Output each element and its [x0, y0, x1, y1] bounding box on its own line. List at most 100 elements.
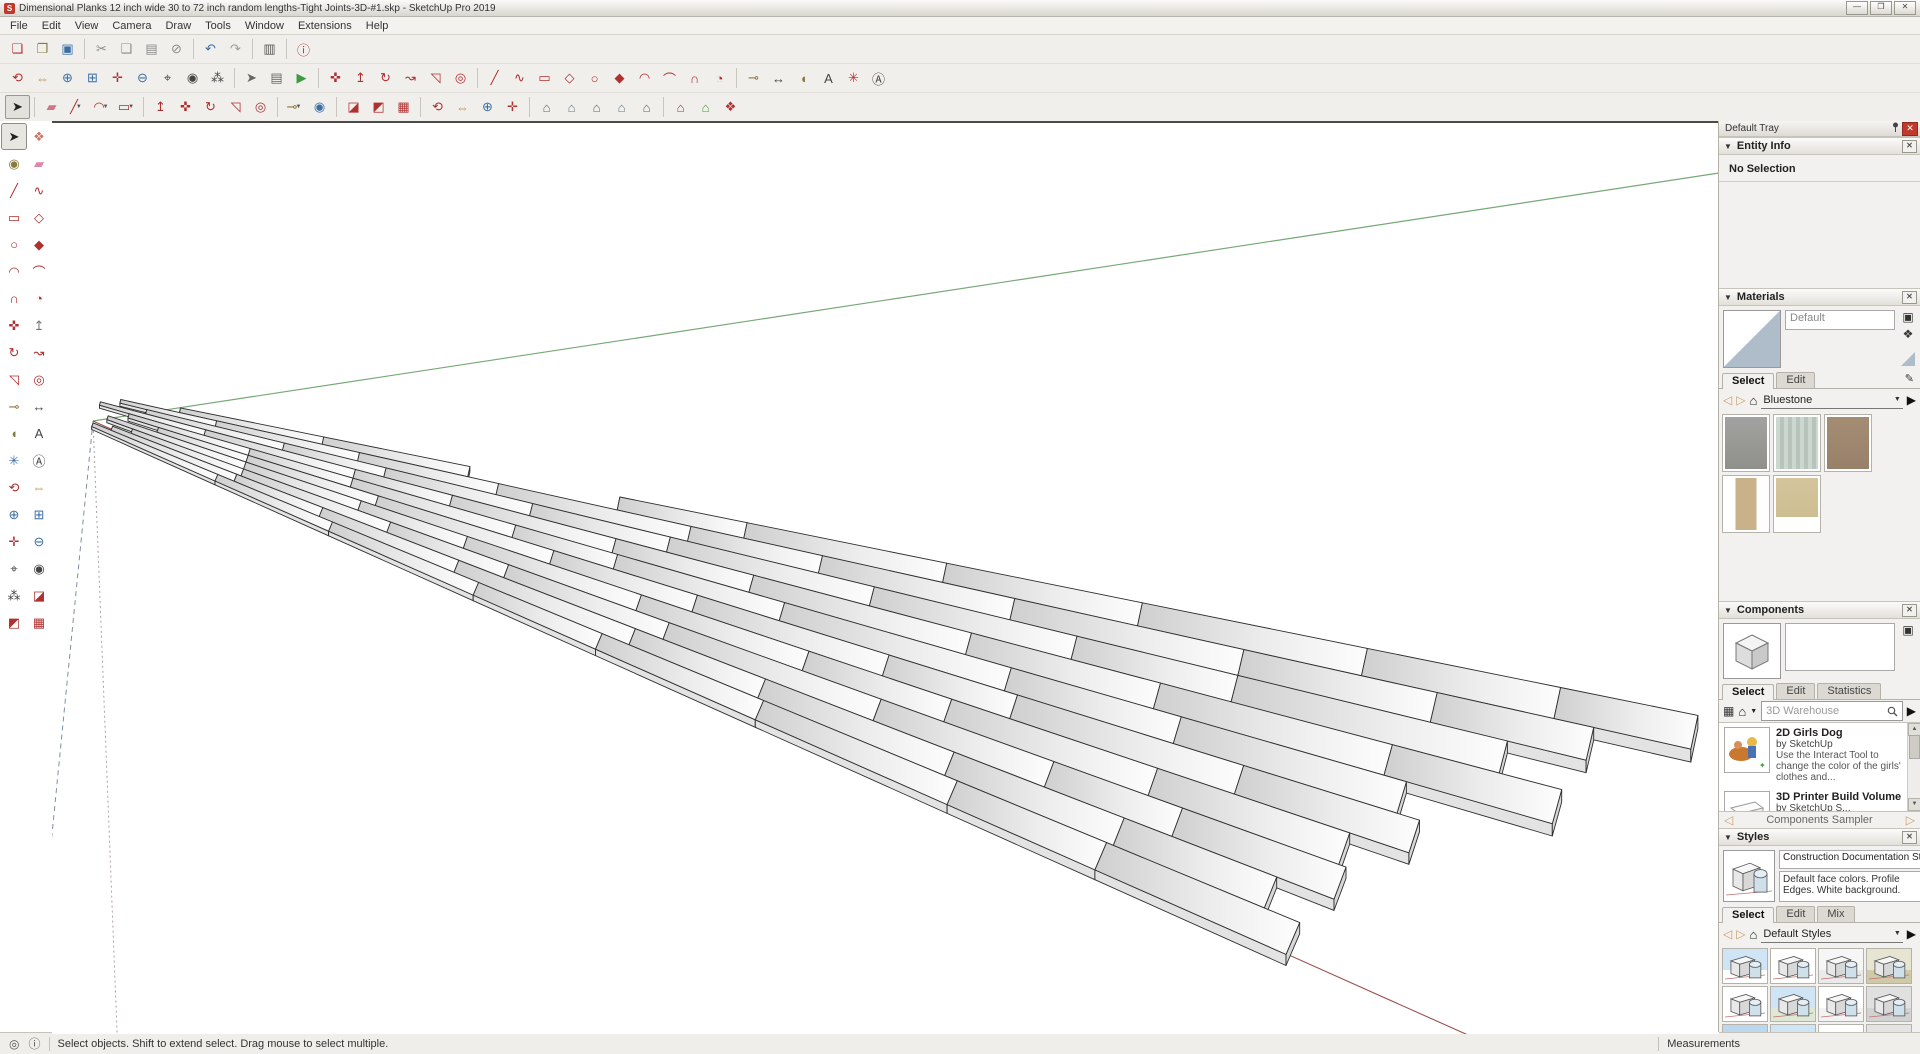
paint-bucket-tool[interactable]: ◉ — [1, 150, 27, 177]
threed-text-tool[interactable]: Ⓐ — [26, 447, 52, 474]
zoom-extents-button[interactable]: ✛ — [105, 66, 130, 90]
components-tab-select[interactable]: Select — [1722, 684, 1774, 700]
position-camera-button[interactable]: ⌖ — [155, 66, 180, 90]
circle-button[interactable]: ○ — [582, 66, 607, 90]
model-viewport[interactable] — [52, 121, 1719, 1034]
text-tool[interactable]: A — [26, 420, 52, 447]
erase-button[interactable]: ⊘ — [164, 37, 189, 61]
view-front-button[interactable]: ⌂ — [584, 95, 609, 119]
style-thumbnail-5[interactable] — [1722, 986, 1768, 1022]
view-top-button[interactable]: ⌂ — [559, 95, 584, 119]
rectangle-button[interactable]: ▭ — [532, 66, 557, 90]
orbit-button[interactable]: ⟲ — [5, 66, 30, 90]
styles-collection-dropdown[interactable]: Default Styles ▼ — [1761, 926, 1902, 943]
style-thumbnail-4[interactable] — [1866, 948, 1912, 984]
materials-tab-select[interactable]: Select — [1722, 373, 1774, 389]
threed-text-button[interactable]: Ⓐ — [866, 66, 891, 90]
menu-item-extensions[interactable]: Extensions — [291, 19, 359, 33]
menu-item-view[interactable]: View — [68, 19, 106, 33]
pan-button[interactable]: ⇔ — [450, 95, 475, 119]
zoom-window-tool[interactable]: ⊞ — [26, 501, 52, 528]
menu-item-camera[interactable]: Camera — [105, 19, 158, 33]
orbit-button[interactable]: ⟲ — [425, 95, 450, 119]
rotate-button[interactable]: ↻ — [198, 95, 223, 119]
view-back-button[interactable]: ⌂ — [634, 95, 659, 119]
move-button[interactable]: ✜ — [173, 95, 198, 119]
styles-close-icon[interactable]: ✕ — [1902, 831, 1917, 844]
eraser-button[interactable]: ▰ — [39, 95, 64, 119]
circle-tool[interactable]: ○ — [1, 231, 27, 258]
view-right-button[interactable]: ⌂ — [609, 95, 634, 119]
materials-tab-edit[interactable]: Edit — [1776, 372, 1815, 388]
arc-tool[interactable]: ◠ — [1, 258, 27, 285]
redo-button[interactable]: ↷ — [223, 37, 248, 61]
menu-item-tools[interactable]: Tools — [198, 19, 238, 33]
tape-measure-button[interactable]: ⊸▼ — [282, 95, 307, 119]
style-name-field[interactable]: Construction Documentation St — [1779, 850, 1920, 869]
position-camera-tool[interactable]: ⌖ — [1, 555, 27, 582]
freehand-button[interactable]: ∿ — [507, 66, 532, 90]
section-display-tool[interactable]: ▦ — [26, 609, 52, 636]
chevron-down-icon[interactable]: ▼ — [295, 104, 302, 110]
polygon-button[interactable]: ◆ — [607, 66, 632, 90]
zoom-window-button[interactable]: ⊞ — [80, 66, 105, 90]
material-swatch-gray-stone[interactable] — [1722, 414, 1770, 472]
tape-measure-button[interactable]: ⊸ — [741, 66, 766, 90]
component-play-button[interactable]: ▶ — [289, 66, 314, 90]
style-thumbnail-8[interactable] — [1866, 986, 1912, 1022]
offset-button[interactable]: ◎ — [248, 95, 273, 119]
back-arrow-icon[interactable]: ◁ — [1723, 393, 1732, 407]
push-pull-tool[interactable]: ↥ — [26, 312, 52, 339]
two-point-arc-button[interactable]: ⌒ — [657, 66, 682, 90]
close-button[interactable]: ✕ — [1894, 1, 1916, 15]
select-cursor-button[interactable]: ➤ — [239, 66, 264, 90]
chevron-down-icon[interactable]: ▼ — [103, 104, 110, 110]
components-close-icon[interactable]: ✕ — [1902, 604, 1917, 617]
walk-button[interactable]: ⁂ — [205, 66, 230, 90]
look-around-tool[interactable]: ◉ — [26, 555, 52, 582]
get-models-button[interactable]: ⌂ — [668, 95, 693, 119]
material-swatch-tan-plank-on-white[interactable] — [1722, 475, 1770, 533]
page-right-icon[interactable]: ▷ — [1906, 813, 1915, 827]
scrollbar-thumb[interactable] — [1909, 735, 1920, 759]
maximize-button[interactable]: ❐ — [1870, 1, 1892, 15]
display-secondary-pane-icon[interactable]: ▣ — [1902, 310, 1913, 324]
zoom-previous-tool[interactable]: ⊖ — [26, 528, 52, 555]
details-arrow-icon[interactable]: ▶ — [1907, 704, 1916, 718]
scale-button[interactable]: ◹ — [423, 66, 448, 90]
protractor-tool[interactable]: ◖ — [1, 420, 27, 447]
zoom-tool[interactable]: ⊕ — [1, 501, 27, 528]
forward-arrow-icon[interactable]: ▷ — [1736, 927, 1745, 941]
pin-icon[interactable] — [1888, 122, 1902, 135]
chevron-down-icon[interactable]: ▼ — [1750, 708, 1757, 715]
zoom-extents-button[interactable]: ✛ — [500, 95, 525, 119]
details-arrow-icon[interactable]: ▶ — [1907, 927, 1916, 941]
copy-button[interactable]: ❑ — [114, 37, 139, 61]
styles-tab-select[interactable]: Select — [1722, 907, 1774, 923]
three-point-arc-button[interactable]: ∩ — [682, 66, 707, 90]
forward-arrow-icon[interactable]: ▷ — [1736, 393, 1745, 407]
axes-tool[interactable]: ✳ — [1, 447, 27, 474]
zoom-previous-button[interactable]: ⊖ — [130, 66, 155, 90]
shapes-button[interactable]: ▭▼ — [114, 95, 139, 119]
section-display-button[interactable]: ▦ — [391, 95, 416, 119]
material-swatch-striped-wood[interactable] — [1773, 414, 1821, 472]
material-swatch-tan-plank[interactable] — [1773, 475, 1821, 533]
menu-item-help[interactable]: Help — [359, 19, 396, 33]
entity-info-panel-button[interactable]: ▤ — [264, 66, 289, 90]
pie-button[interactable]: ◔ — [707, 66, 732, 90]
rotated-rectangle-button[interactable]: ◇ — [557, 66, 582, 90]
eraser-tool[interactable]: ▰ — [26, 150, 52, 177]
materials-header[interactable]: ▼ Materials ✕ — [1719, 288, 1920, 306]
section-fill-button[interactable]: ◩ — [366, 95, 391, 119]
push-pull-button[interactable]: ↥ — [348, 66, 373, 90]
in-model-icon[interactable]: ⌂ — [1738, 704, 1746, 719]
style-thumbnail-9[interactable] — [1722, 1024, 1768, 1032]
style-thumbnail-10[interactable] — [1770, 1024, 1816, 1032]
materials-close-icon[interactable]: ✕ — [1902, 291, 1917, 304]
menu-item-edit[interactable]: Edit — [35, 19, 68, 33]
follow-me-tool[interactable]: ↝ — [26, 339, 52, 366]
scale-button[interactable]: ◹ — [223, 95, 248, 119]
zoom-button[interactable]: ⊕ — [55, 66, 80, 90]
style-thumbnail-11[interactable] — [1818, 1024, 1864, 1032]
